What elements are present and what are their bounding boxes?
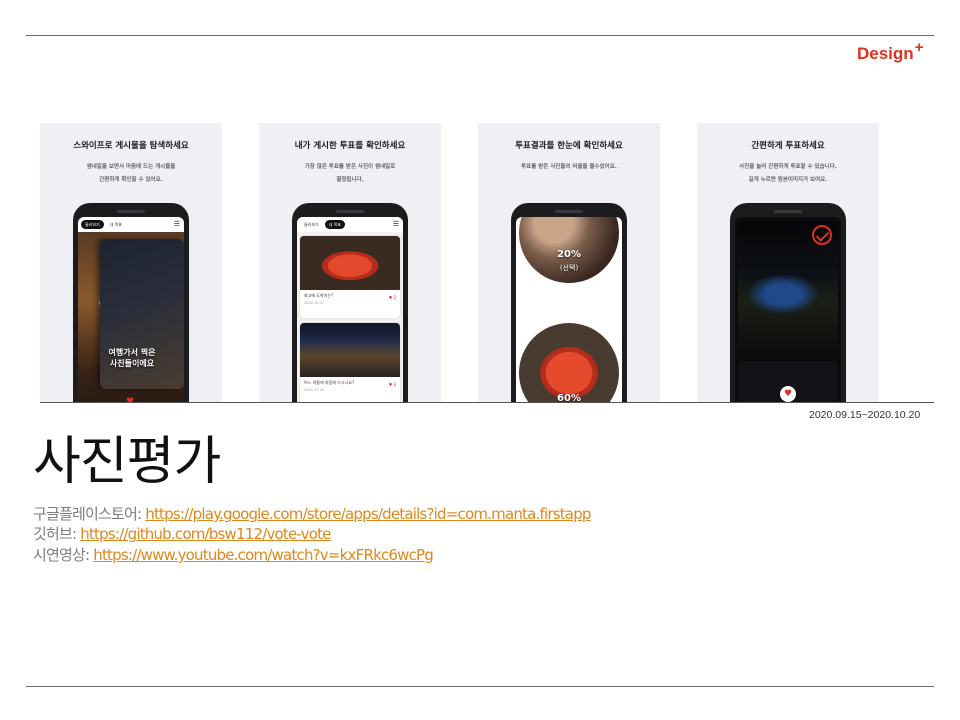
project-date-range: 2020.09.15~2020.10.20 bbox=[809, 409, 921, 421]
tab-browse[interactable]: 둘러보기 bbox=[300, 220, 323, 229]
link-label: 시연영상: bbox=[33, 546, 94, 564]
phone-screen: 둘러보기 내 목표 ☰ 여행가서 찍은 사진들이에요 ♥ bbox=[78, 217, 184, 402]
post-date: 2020.10.22 bbox=[304, 388, 325, 392]
tab-group: 둘러보기 내 목표 bbox=[81, 220, 126, 229]
demo-video-link[interactable]: https://www.youtube.com/watch?v=kxFRkc6w… bbox=[93, 546, 434, 564]
post-date: 2020.10.22 bbox=[304, 301, 325, 305]
phone-screen: 둘러보기 내 목표 ☰ 최고에 도착하는? 2020.10.22 ♥ 5 어느 … bbox=[297, 217, 403, 402]
card-title: 투표결과를 한눈에 확인하세요 bbox=[515, 141, 623, 151]
caption-line: 여행가서 찍은 bbox=[108, 348, 156, 357]
bottom-divider bbox=[26, 686, 934, 687]
card-subtitle: 썸네일을 보면서 마음에 드는 게시물을 간편하게 확인할 수 있어요. bbox=[54, 161, 208, 187]
card-subtitle-line: 길게 누르면 원본이미지가 보여요. bbox=[748, 177, 828, 183]
vote-note: (선택) bbox=[559, 264, 579, 272]
tab-my-goal[interactable]: 내 목표 bbox=[324, 220, 346, 229]
card-title: 간편하게 투표하세요 bbox=[751, 141, 825, 151]
post-caption: 여행가서 찍은 사진들이에요 bbox=[92, 347, 172, 369]
check-circle-icon bbox=[812, 225, 832, 245]
top-divider bbox=[26, 35, 934, 36]
screenshot-card-browse: 스와이프로 게시물을 탐색하세요 썸네일을 보면서 마음에 드는 게시물을 간편… bbox=[40, 123, 222, 402]
phone-screen: ♥ bbox=[735, 217, 841, 402]
link-label: 깃허브: bbox=[33, 525, 81, 543]
play-store-link[interactable]: https://play.google.com/store/apps/detai… bbox=[145, 505, 591, 523]
like-count: ♥ 5 bbox=[388, 295, 396, 300]
github-link[interactable]: https://github.com/bsw112/vote-vote bbox=[80, 525, 331, 543]
brand-text: Design bbox=[857, 44, 914, 63]
vote-photo[interactable]: ♥ bbox=[738, 361, 838, 402]
card-subtitle-line: 간편하게 확인할 수 있어요. bbox=[99, 177, 163, 183]
post-title: 어느 여름에 마음에 드시나요? bbox=[304, 380, 355, 385]
phone-speaker bbox=[555, 210, 583, 213]
screenshot-card-my-votes: 내가 게시한 투표를 확인하세요 가장 많은 투표를 받은 사진이 썸네일로 결… bbox=[259, 123, 441, 402]
card-title: 내가 게시한 투표를 확인하세요 bbox=[294, 141, 406, 151]
menu-icon[interactable]: ☰ bbox=[393, 221, 399, 228]
card-subtitle: 사진을 눌러 간편하게 투표할 수 있습니다. 길게 누르면 원본이미지가 보여… bbox=[711, 161, 865, 187]
card-subtitle: 가장 많은 투표를 받은 사진이 썸네일로 결정됩니다. bbox=[273, 161, 427, 187]
phone-mockup: 20% (선택) 60% bbox=[511, 203, 627, 402]
tab-browse[interactable]: 둘러보기 bbox=[81, 220, 104, 229]
card-title: 스와이프로 게시물을 탐색하세요 bbox=[73, 141, 189, 151]
card-subtitle-line: 썸네일을 보면서 마음에 드는 게시물을 bbox=[86, 164, 176, 170]
brand-logo: Design+ bbox=[857, 39, 923, 64]
vote-percent: 20% bbox=[557, 249, 581, 260]
tab-group: 둘러보기 내 목표 bbox=[300, 220, 346, 229]
link-row-github: 깃허브: https://github.com/bsw112/vote-vote bbox=[33, 524, 331, 544]
caption-line: 사진들이에요 bbox=[109, 359, 155, 368]
page-title: 사진평가 bbox=[33, 432, 221, 492]
heart-icon[interactable]: ♥ bbox=[780, 386, 796, 402]
post-thumbnail bbox=[300, 236, 400, 290]
card-subtitle: 투표를 받은 사진들의 비율을 볼수있어요. bbox=[492, 161, 646, 174]
phone-mockup: 둘러보기 내 목표 ☰ 최고에 도착하는? 2020.10.22 ♥ 5 어느 … bbox=[292, 203, 408, 402]
card-subtitle-line: 결정됩니다. bbox=[336, 177, 364, 183]
post-card[interactable]: 어느 여름에 마음에 드시나요? 2020.10.22 ♥ 3 bbox=[300, 323, 400, 402]
phone-speaker bbox=[774, 210, 802, 213]
menu-icon[interactable]: ☰ bbox=[174, 221, 180, 228]
card-subtitle-line: 투표를 받은 사진들의 비율을 볼수있어요. bbox=[521, 164, 617, 170]
link-row-demo-video: 시연영상: https://www.youtube.com/watch?v=kx… bbox=[33, 545, 434, 565]
screenshot-card-results: 투표결과를 한눈에 확인하세요 투표를 받은 사진들의 비율을 볼수있어요. 2… bbox=[478, 123, 660, 402]
cards-divider bbox=[40, 402, 934, 403]
vote-percent: 60% bbox=[557, 393, 581, 402]
phone-mockup: 둘러보기 내 목표 ☰ 여행가서 찍은 사진들이에요 ♥ bbox=[73, 203, 189, 402]
vote-result-circle[interactable]: 60% bbox=[519, 323, 619, 402]
screenshot-card-vote: 간편하게 투표하세요 사진을 눌러 간편하게 투표할 수 있습니다. 길게 누르… bbox=[697, 123, 879, 402]
phone-mockup: ♥ bbox=[730, 203, 846, 402]
card-subtitle-line: 사진을 눌러 간편하게 투표할 수 있습니다. bbox=[739, 164, 837, 170]
like-count: ♥ 3 bbox=[388, 382, 396, 387]
tab-my-goal[interactable]: 내 목표 bbox=[106, 220, 126, 229]
phone-speaker bbox=[336, 210, 364, 213]
phone-speaker bbox=[117, 210, 145, 213]
link-row-play-store: 구글플레이스토어: https://play.google.com/store/… bbox=[33, 504, 591, 524]
vote-result-circle[interactable]: 20% (선택) bbox=[519, 217, 619, 283]
card-subtitle-line: 가장 많은 투표를 받은 사진이 썸네일로 bbox=[304, 164, 396, 170]
brand-plus: + bbox=[914, 39, 924, 56]
post-title: 최고에 도착하는? bbox=[304, 293, 334, 298]
post-thumbnail bbox=[300, 323, 400, 377]
phone-screen: 20% (선택) 60% bbox=[516, 217, 622, 402]
vote-photo[interactable] bbox=[738, 220, 838, 355]
like-count-value: 5 bbox=[393, 295, 396, 300]
link-label: 구글플레이스토어: bbox=[33, 505, 146, 523]
post-card[interactable]: 최고에 도착하는? 2020.10.22 ♥ 5 bbox=[300, 236, 400, 318]
like-count-value: 3 bbox=[393, 382, 396, 387]
